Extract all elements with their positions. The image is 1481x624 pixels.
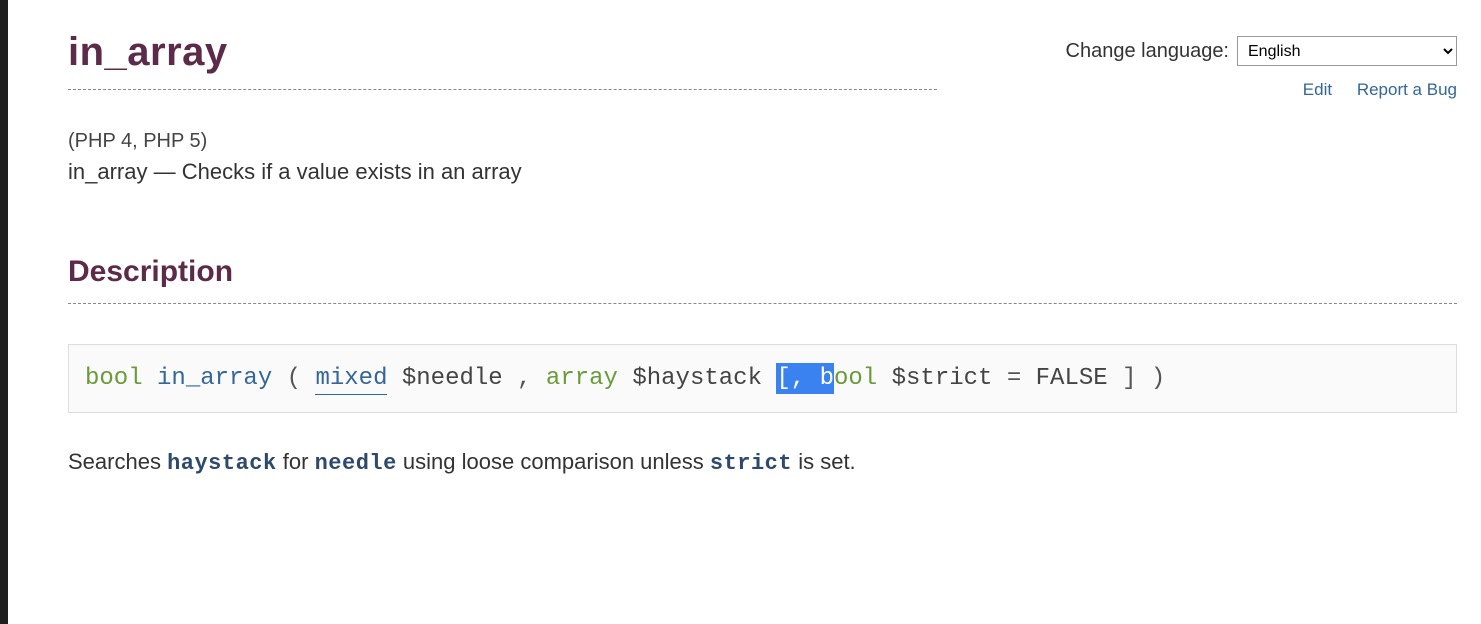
syn-param2-type: array	[546, 365, 618, 392]
desc-needle: needle	[315, 451, 397, 476]
syn-param1-type[interactable]: mixed	[315, 365, 387, 395]
desc-post: is set.	[792, 449, 856, 474]
purpose-funcname: in_array	[68, 159, 147, 184]
function-purpose: in_array — Checks if a value exists in a…	[68, 159, 1457, 185]
description-text: Searches haystack for needle using loose…	[68, 449, 1457, 476]
section-divider	[68, 303, 1457, 304]
syn-opt-type-rest: ool	[834, 365, 877, 392]
desc-mid2: using loose comparison unless	[397, 449, 710, 474]
syn-open-paren: (	[287, 365, 316, 392]
syn-opt-name: $strict	[892, 365, 993, 392]
syn-return-type: bool	[85, 365, 143, 392]
page-actions: Edit Report a Bug	[1283, 80, 1457, 100]
syn-funcname: in_array	[157, 365, 272, 392]
purpose-separator: —	[147, 159, 181, 184]
syn-param2-name: $haystack	[632, 365, 762, 392]
desc-strict: strict	[710, 451, 792, 476]
syn-equals: =	[1007, 365, 1036, 392]
desc-mid1: for	[277, 449, 315, 474]
function-synopsis: bool in_array ( mixed $needle , array $h…	[68, 344, 1457, 413]
section-heading-description: Description	[68, 255, 1457, 289]
language-select[interactable]: English	[1237, 36, 1457, 66]
syn-comma1: ,	[517, 365, 546, 392]
title-divider	[68, 89, 937, 90]
change-language-label: Change language:	[1066, 40, 1229, 63]
syn-close: ] )	[1122, 365, 1165, 392]
language-switcher: Change language: English	[1066, 36, 1457, 66]
syn-param1-name: $needle	[402, 365, 503, 392]
desc-haystack: haystack	[167, 451, 277, 476]
syn-opt-default: FALSE	[1036, 365, 1108, 392]
report-bug-link[interactable]: Report a Bug	[1357, 80, 1457, 99]
edit-link[interactable]: Edit	[1303, 80, 1332, 99]
desc-pre: Searches	[68, 449, 167, 474]
php-versions: (PHP 4, PHP 5)	[68, 130, 1457, 153]
purpose-text: Checks if a value exists in an array	[182, 159, 522, 184]
syn-selection-highlight: [, b	[776, 363, 834, 394]
